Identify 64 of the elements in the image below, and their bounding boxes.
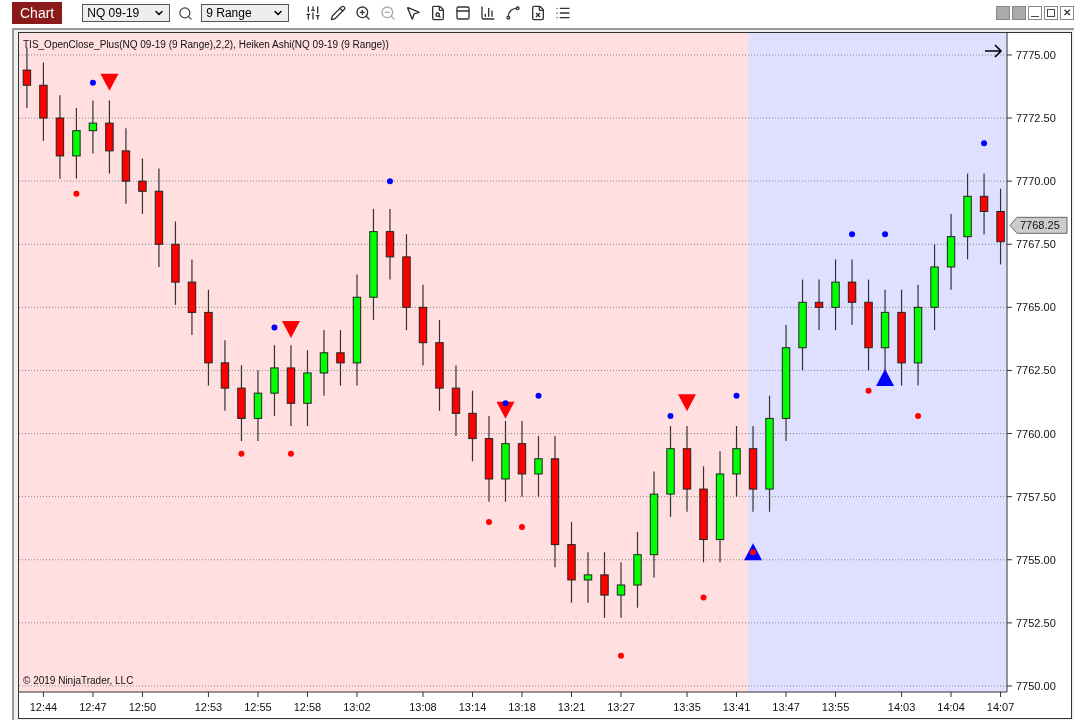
time-axis-label: 12:58 [293,701,322,713]
copyright-text: © 2019 NinjaTrader, LLC [23,674,134,688]
candlestick [583,551,593,604]
time-axis-label: 13:02 [343,701,371,713]
maximize-button[interactable] [1044,6,1058,20]
price-axis-label: 7752.50 [1016,616,1056,629]
candlestick [600,551,609,619]
right-arrow-icon[interactable] [984,44,1003,58]
price-axis-label: 7775.00 [1016,48,1056,61]
last-price-label: 7768.25 [1020,219,1060,232]
list-icon[interactable] [555,5,572,21]
time-axis-label: 13:47 [772,701,800,713]
interval-select[interactable]: 9 Range [201,4,290,22]
bar-chart-icon[interactable] [480,5,497,21]
minimize-button[interactable] [1028,6,1042,20]
panel-icon[interactable] [455,5,472,21]
search-icon[interactable] [178,5,194,21]
time-axis-label: 13:14 [458,701,487,713]
candlestick [616,561,626,619]
document-search-icon[interactable] [430,5,447,21]
zoom-in-icon[interactable] [355,5,372,21]
cursor-icon[interactable] [405,5,422,21]
time-axis-label: 14:04 [937,701,965,713]
time-axis-label: 13:18 [508,701,536,713]
price-axis-label: 7772.50 [1016,112,1056,125]
document-icon[interactable] [530,5,547,21]
time-axis-label: 12:44 [29,701,58,713]
candlestick [847,258,857,326]
time-axis-label: 12:53 [194,701,223,713]
instrument-select[interactable]: NQ 09-19 [82,4,171,22]
time-axis-label: 13:41 [722,701,751,713]
time-axis-label: 13:27 [607,701,635,713]
indicator-label: TIS_OpenClose_Plus(NQ 09-19 (9 Range),2,2), Heiken Ashi(NQ 09-19 (9 Range)) [23,38,389,52]
line-nodes-icon[interactable] [505,5,522,21]
price-axis-label: 7770.00 [1016,175,1056,188]
time-axis-label: 12:50 [128,701,157,713]
bars-icon[interactable] [305,5,322,21]
candlestick [336,329,345,387]
pencil-icon[interactable] [330,5,347,21]
price-axis-label: 7757.50 [1016,490,1056,503]
candlestick [468,390,477,462]
price-axis-label: 7762.50 [1016,364,1056,377]
candlestick [319,329,329,397]
time-axis-label: 12:47 [79,701,107,713]
price-axis-label: 7750.00 [1016,679,1056,692]
candlestick [534,435,543,498]
time-axis-label: 14:03 [887,701,916,713]
time-axis-label: 14:07 [986,701,1015,713]
time-axis-label: 13:21 [557,701,586,713]
price-axis-label: 7767.50 [1016,238,1056,251]
close-button[interactable]: ✕ [1060,6,1074,20]
time-axis-label: 13:35 [673,701,701,713]
candlestick [814,279,824,331]
candlestick [979,173,989,235]
price-axis-label: 7765.00 [1016,301,1056,314]
price-axis-label: 7755.00 [1016,553,1056,566]
time-axis-label: 12:55 [244,701,272,713]
time-axis-label: 13:08 [409,701,437,713]
last-price-marker [1009,216,1068,234]
chart-title-button[interactable]: Chart [12,2,63,24]
price-axis-label: 7760.00 [1016,427,1056,440]
candlestick [138,157,147,215]
time-axis-label: 13:55 [821,701,850,713]
candlestick [88,99,98,154]
